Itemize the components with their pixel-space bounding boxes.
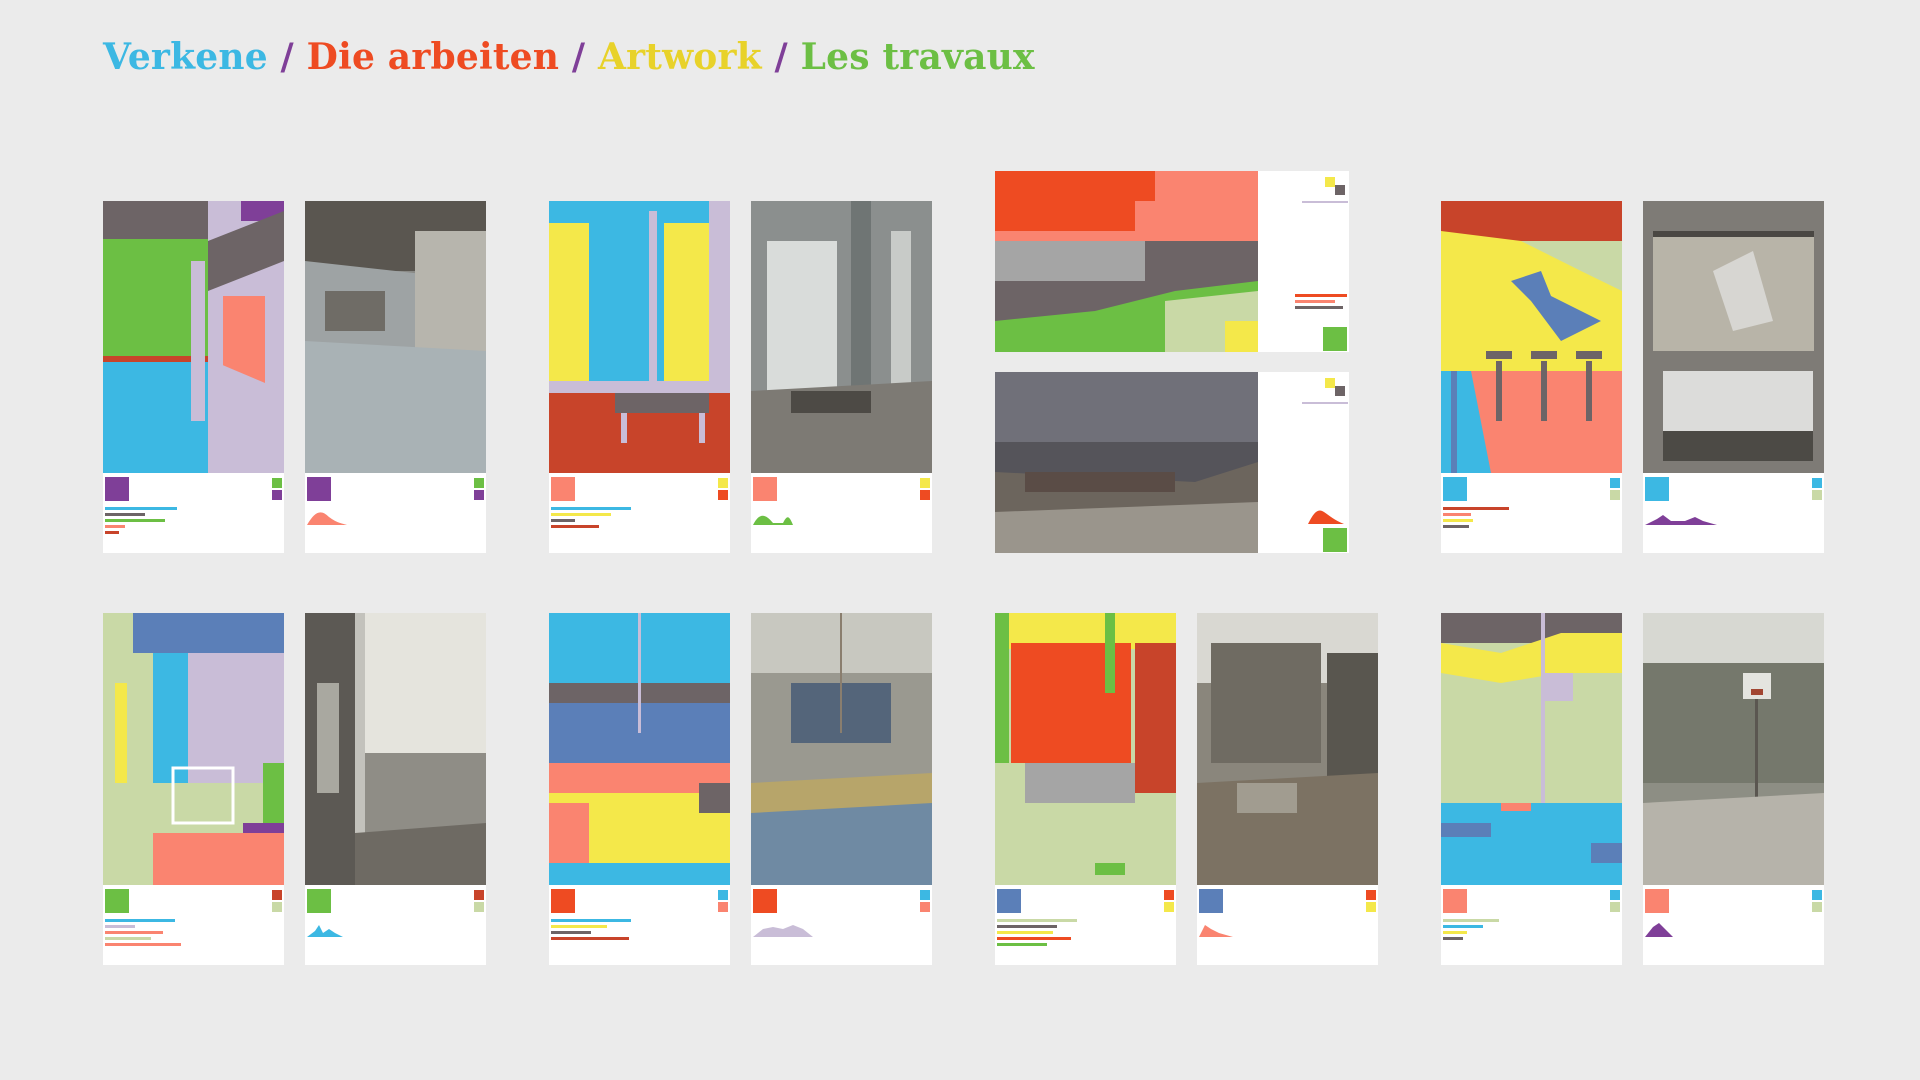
color-swatch [1366,902,1376,912]
photo [995,372,1258,553]
pixel-artwork [1441,201,1622,473]
color-swatch [920,478,930,488]
qr-code [1323,528,1347,552]
qr-code [307,889,331,913]
color-swatch [474,478,484,488]
artwork-card-pixel[interactable] [549,201,730,553]
qr-code [551,889,575,913]
color-swatch [272,490,282,500]
color-swatch [272,478,282,488]
color-swatch [920,902,930,912]
color-swatch [272,890,282,900]
qr-code [1443,477,1467,501]
color-swatch [1610,902,1620,912]
qr-code [1645,889,1669,913]
heading-separator: / [774,36,801,78]
artwork-card-photo[interactable] [751,613,932,965]
pixel-artwork [1441,613,1622,885]
qr-code [753,889,777,913]
color-swatch [1812,490,1822,500]
color-swatch [718,902,728,912]
photo [305,201,486,473]
artwork-card-landscape-pixel[interactable] [995,171,1349,352]
artwork-card-pixel[interactable] [1441,201,1622,553]
color-swatch [718,890,728,900]
color-swatch [474,890,484,900]
color-swatch [1325,378,1335,388]
photo [1643,201,1824,473]
color-swatch [1610,890,1620,900]
legend-text [1302,402,1348,404]
pixel-artwork [995,613,1176,885]
color-swatch [1325,177,1335,187]
artwork-card-photo[interactable] [305,613,486,965]
artwork-card-photo[interactable] [1643,201,1824,553]
qr-code [1645,477,1669,501]
legend-text [1302,201,1348,203]
color-swatch [920,890,930,900]
color-swatch [1812,902,1822,912]
artwork-card-landscape-photo[interactable] [995,372,1349,553]
qr-code [105,477,129,501]
qr-code [1443,889,1467,913]
color-swatch [1812,478,1822,488]
qr-code [753,477,777,501]
pixel-artwork [103,201,284,473]
color-swatch [272,902,282,912]
artwork-card-pixel[interactable] [1441,613,1622,965]
artwork-card-photo[interactable] [1197,613,1378,965]
page-heading: Verkene / Die arbeiten / Artwork / Les t… [103,36,1035,78]
heading-separator: / [267,36,307,78]
heading-part: Verkene [103,36,268,78]
color-swatch [1610,478,1620,488]
artwork-card-photo[interactable] [305,201,486,553]
heading-separator: / [559,36,598,78]
photo [1643,613,1824,885]
color-swatch [474,902,484,912]
color-swatch [1164,902,1174,912]
qr-code [551,477,575,501]
color-swatch [1335,386,1345,396]
histogram-graph [1645,923,1673,937]
qr-code [105,889,129,913]
artwork-card-pixel[interactable] [103,613,284,965]
color-swatch [920,490,930,500]
qr-code [997,889,1021,913]
color-swatch [1366,890,1376,900]
color-swatch [1164,890,1174,900]
histogram-graph [753,515,793,525]
photo [1197,613,1378,885]
color-swatch [1812,890,1822,900]
histogram-graph [1199,925,1233,937]
histogram-graph [1308,510,1344,524]
pixel-artwork [995,171,1258,352]
color-swatch [718,478,728,488]
photo [305,613,486,885]
qr-code [1199,889,1223,913]
pixel-artwork [549,201,730,473]
qr-code [1323,327,1347,351]
artwork-card-pixel[interactable] [995,613,1176,965]
histogram-graph [307,512,347,525]
color-swatch [1335,185,1345,195]
heading-part: Die arbeiten [306,36,560,78]
histogram-graph [1645,515,1717,525]
pixel-artwork [103,613,284,885]
photo [751,613,932,885]
artwork-card-photo[interactable] [1643,613,1824,965]
color-swatch [718,490,728,500]
pixel-artwork [549,613,730,885]
color-swatch [1610,490,1620,500]
artwork-card-pixel[interactable] [103,201,284,553]
histogram-graph [307,925,343,937]
artwork-card-photo[interactable] [751,201,932,553]
artwork-card-pixel[interactable] [549,613,730,965]
color-swatch [474,490,484,500]
qr-code [307,477,331,501]
heading-part: Artwork [597,36,775,78]
photo [751,201,932,473]
heading-part: Les travaux [800,36,1035,78]
histogram-graph [753,925,813,937]
